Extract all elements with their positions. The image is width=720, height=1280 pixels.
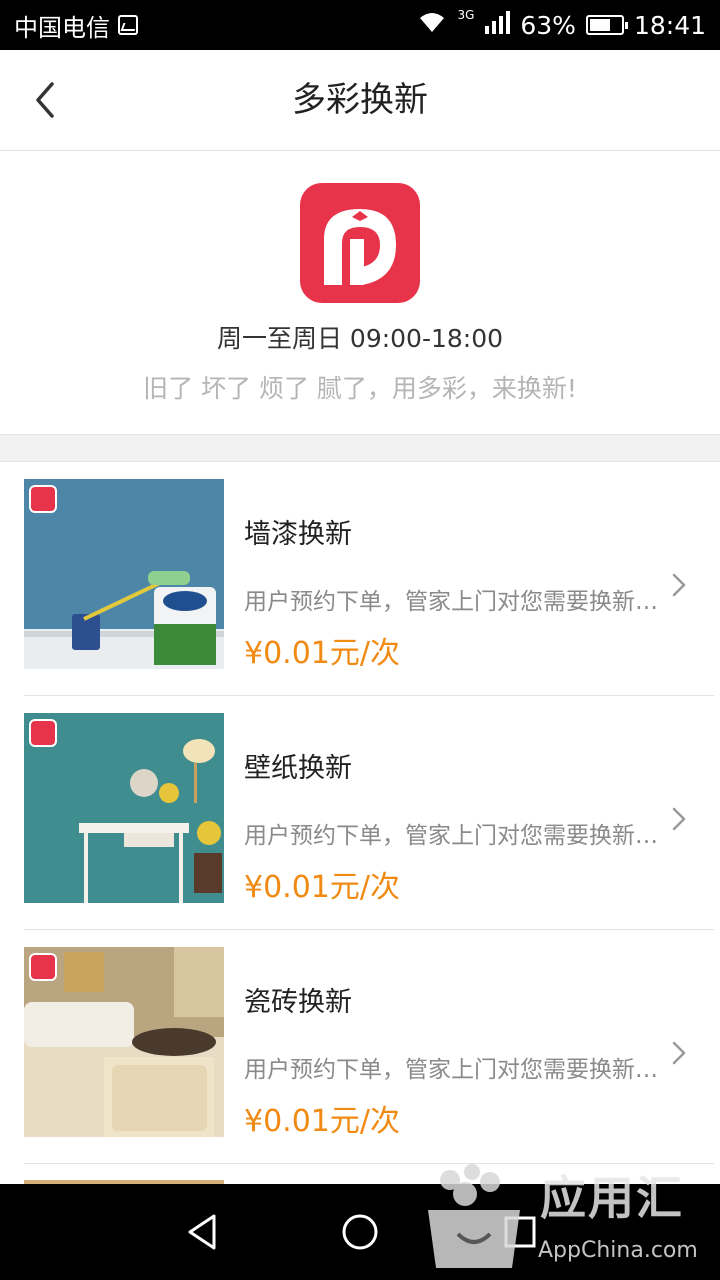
service-title: 瓷砖换新 [244, 987, 352, 1018]
service-desc: 用户预约下单，管家上门对您需要换新的地面进行查看 [244, 1057, 670, 1083]
watermark-subtext: AppChina.com [538, 1238, 698, 1263]
service-price: ¥0.01元/次 [244, 636, 400, 671]
brand-badge-icon [29, 485, 57, 513]
home-circle-icon[interactable] [340, 1212, 380, 1252]
service-price: ¥0.01元/次 [244, 870, 400, 905]
slogan: 旧了 坏了 烦了 腻了，用多彩，来换新! [143, 374, 577, 403]
nav-bar: 多彩换新 [0, 50, 720, 151]
battery-percent: 63% [520, 10, 576, 40]
service-desc: 用户预约下单，管家上门对您需要换新的墙面进行查看 [244, 589, 670, 615]
page-title: 多彩换新 [292, 80, 428, 120]
wifi-icon [417, 10, 447, 40]
service-item-wall-paint[interactable]: 墙漆换新 用户预约下单，管家上门对您需要换新的墙面进行查看 ¥0.01元/次 [0, 462, 720, 696]
service-title: 壁纸换新 [244, 753, 352, 784]
chevron-right-icon [672, 573, 686, 597]
status-bar: 中国电信 3G 63% 18:41 [0, 0, 720, 50]
battery-icon [585, 15, 628, 35]
service-item-tile[interactable]: 瓷砖换新 用户预约下单，管家上门对您需要换新的地面进行查看 ¥0.01元/次 [0, 930, 720, 1164]
back-triangle-icon[interactable] [182, 1212, 222, 1252]
watermark-bag-icon [428, 1164, 520, 1268]
chevron-right-icon [672, 807, 686, 831]
chevron-right-icon [672, 1041, 686, 1065]
service-price: ¥0.01元/次 [244, 1104, 400, 1139]
service-list: 墙漆换新 用户预约下单，管家上门对您需要换新的墙面进行查看 ¥0.01元/次 [0, 462, 720, 1164]
shop-info: 周一至周日 09:00-18:00 旧了 坏了 烦了 腻了，用多彩，来换新! [0, 151, 720, 434]
tile-image [24, 947, 224, 1137]
watermark-text: 应用汇 [540, 1171, 684, 1225]
business-hours: 周一至周日 09:00-18:00 [216, 324, 504, 353]
watermark: 应用汇 AppChina.com [420, 1150, 720, 1280]
brand-badge-icon [29, 719, 57, 747]
signal-icon [484, 10, 511, 40]
brand-badge-icon [29, 953, 57, 981]
network-type-label: 3G [457, 8, 475, 22]
app-logo [300, 183, 420, 303]
image-icon [118, 15, 138, 35]
section-divider [0, 434, 720, 462]
service-desc: 用户预约下单，管家上门对您需要换新的墙面进行查看 [244, 823, 670, 849]
service-item-wallpaper[interactable]: 壁纸换新 用户预约下单，管家上门对您需要换新的墙面进行查看 ¥0.01元/次 [0, 696, 720, 930]
clock: 18:41 [633, 10, 706, 40]
wall-paint-image [24, 479, 224, 669]
wallpaper-image [24, 713, 224, 903]
service-title: 墙漆换新 [244, 519, 352, 550]
carrier-label: 中国电信 [14, 13, 110, 42]
